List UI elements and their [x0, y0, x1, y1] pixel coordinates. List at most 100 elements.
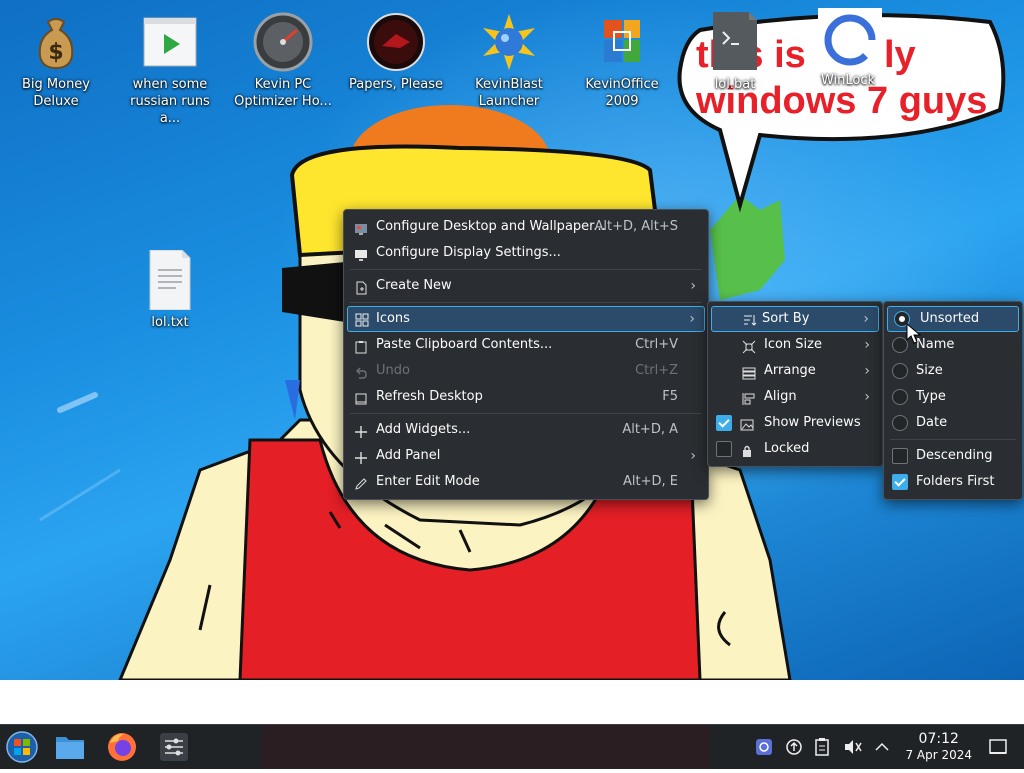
- menu-item-create-new[interactable]: Create New ›: [344, 273, 708, 299]
- volume-tray[interactable]: [840, 725, 864, 769]
- menu-item-label: Sort By: [762, 311, 810, 326]
- desktop-icon-label: Papers, Please: [348, 77, 444, 92]
- plus-icon: [354, 449, 368, 464]
- menu-item-configure-display[interactable]: Configure Display Settings...: [344, 240, 708, 266]
- menu-item-label: Add Panel: [376, 448, 441, 463]
- sort-option-name[interactable]: Name: [884, 332, 1022, 358]
- menu-item-shortcut: F5: [662, 389, 678, 404]
- menu-item-add-panel[interactable]: Add Panel ›: [344, 443, 708, 469]
- sort-option-size[interactable]: Size: [884, 358, 1022, 384]
- show-previews-checkbox[interactable]: [716, 415, 732, 431]
- desktop-icon-label: lol.txt: [151, 315, 189, 330]
- desktop-icon-winlock[interactable]: WinLock: [798, 8, 898, 89]
- menu-separator: [350, 302, 702, 303]
- menu-item-add-widgets[interactable]: Add Widgets... Alt+D, A: [344, 417, 708, 443]
- clock-time: 07:12: [918, 731, 959, 747]
- desktop-icon-lol-txt[interactable]: lol.txt: [120, 249, 220, 331]
- lock-icon: [740, 442, 754, 457]
- menu-item-show-previews[interactable]: Show Previews: [708, 410, 882, 436]
- menu-item-undo: Undo Ctrl+Z: [344, 358, 708, 384]
- clock[interactable]: 07:12 7 Apr 2024: [905, 731, 972, 763]
- menu-item-edit-mode[interactable]: Enter Edit Mode Alt+D, E: [344, 469, 708, 495]
- kde-connect-icon: [756, 739, 772, 755]
- menu-item-label: Undo: [376, 363, 410, 378]
- desktop-icon-lol-bat[interactable]: lol.bat: [685, 12, 785, 93]
- tray-expand-button[interactable]: [870, 725, 894, 769]
- menu-item-icons[interactable]: Icons ›: [347, 306, 705, 332]
- refresh-icon: [354, 390, 368, 405]
- menu-item-align[interactable]: Align ›: [708, 384, 882, 410]
- folders-first-checkbox[interactable]: [892, 474, 908, 490]
- desktop-icon-kevinblast[interactable]: KevinBlast Launcher: [459, 12, 559, 110]
- desktop-icon-kevinoffice[interactable]: KevinOffice 2009: [572, 12, 672, 110]
- volume-muted-icon: [845, 740, 862, 754]
- file-manager-button[interactable]: [52, 725, 88, 769]
- locked-checkbox[interactable]: [716, 441, 732, 457]
- clipboard-tray[interactable]: [810, 725, 834, 769]
- menu-item-label: Paste Clipboard Contents...: [376, 337, 553, 352]
- menu-item-label: Refresh Desktop: [376, 389, 483, 404]
- show-desktop-button[interactable]: [986, 725, 1010, 769]
- winlock-icon: [818, 8, 882, 72]
- menu-item-locked[interactable]: Locked: [708, 436, 882, 462]
- radio-date[interactable]: [892, 415, 908, 431]
- menu-item-paste[interactable]: Paste Clipboard Contents... Ctrl+V: [344, 332, 708, 358]
- sort-option-type[interactable]: Type: [884, 384, 1022, 410]
- pencil-icon: [354, 475, 368, 490]
- desktop-icon-kevin-pc-optimizer[interactable]: Kevin PC Optimizer Ho...: [233, 12, 333, 110]
- arrange-icon: [742, 364, 756, 380]
- firefox-icon: [108, 733, 136, 761]
- paste-icon: [354, 338, 368, 354]
- menu-item-label: Configure Desktop and Wallpaper...: [376, 219, 606, 234]
- sort-folders-first[interactable]: Folders First: [884, 469, 1022, 495]
- text-file-icon: [140, 249, 200, 311]
- show-desktop-icon: [989, 739, 1007, 754]
- menu-item-label: Configure Display Settings...: [376, 245, 561, 260]
- desktop-context-menu: Configure Desktop and Wallpaper... Alt+D…: [343, 209, 709, 500]
- chevron-right-icon: ›: [864, 337, 870, 353]
- mouse-cursor-icon: [906, 323, 922, 344]
- updates-icon: [786, 739, 802, 755]
- menu-item-arrange[interactable]: Arrange ›: [708, 358, 882, 384]
- sort-option-label: Date: [916, 415, 948, 430]
- sort-option-label: Size: [916, 363, 943, 378]
- terminal-file-icon: [705, 12, 765, 72]
- firefox-button[interactable]: [104, 725, 140, 769]
- chevron-right-icon: ›: [689, 311, 695, 327]
- video-file-icon: [140, 12, 200, 72]
- taskbar: 07:12 7 Apr 2024: [0, 724, 1024, 769]
- menu-item-sort-by[interactable]: Sort By ›: [711, 306, 879, 332]
- menu-item-refresh[interactable]: Refresh Desktop F5: [344, 384, 708, 410]
- tray-expand-icon: [875, 742, 889, 751]
- desktop-icon-video[interactable]: when some russian runs a...: [120, 12, 220, 127]
- plus-icon: [354, 423, 368, 438]
- system-settings-button[interactable]: [156, 725, 192, 769]
- menu-item-configure-desktop[interactable]: Configure Desktop and Wallpaper... Alt+D…: [344, 214, 708, 240]
- kevinblast-icon: [479, 12, 539, 72]
- menu-separator: [890, 439, 1016, 440]
- descending-checkbox[interactable]: [892, 448, 908, 464]
- icons-submenu: Sort By › Icon Size › Arrange › Align › …: [707, 301, 883, 467]
- sort-by-submenu: Unsorted Name Size Type Date Descending …: [883, 301, 1023, 500]
- kde-connect-tray[interactable]: [752, 725, 776, 769]
- taskbar-empty-area: [262, 725, 710, 769]
- sort-option-date[interactable]: Date: [884, 410, 1022, 436]
- align-icon: [742, 390, 756, 405]
- menu-item-label: Align: [764, 389, 797, 404]
- grid-icon: [355, 312, 369, 327]
- resize-icon: [742, 338, 756, 354]
- sort-descending[interactable]: Descending: [884, 443, 1022, 469]
- radio-size[interactable]: [892, 363, 908, 379]
- chevron-right-icon: ›: [863, 311, 869, 327]
- desktop-icon-label: KevinBlast Launcher: [475, 77, 543, 109]
- desktop-icon-big-money-deluxe[interactable]: $ Big Money Deluxe: [6, 12, 106, 110]
- sort-option-label: Type: [916, 389, 946, 404]
- menu-item-icon-size[interactable]: Icon Size ›: [708, 332, 882, 358]
- desktop-icon-papers-please[interactable]: Papers, Please: [346, 12, 446, 93]
- sort-option-label: Descending: [916, 448, 993, 463]
- menu-item-label: Icon Size: [764, 337, 822, 352]
- clipboard-icon: [815, 738, 829, 756]
- radio-type[interactable]: [892, 389, 908, 405]
- start-menu-button[interactable]: [4, 725, 40, 769]
- updates-tray[interactable]: [782, 725, 806, 769]
